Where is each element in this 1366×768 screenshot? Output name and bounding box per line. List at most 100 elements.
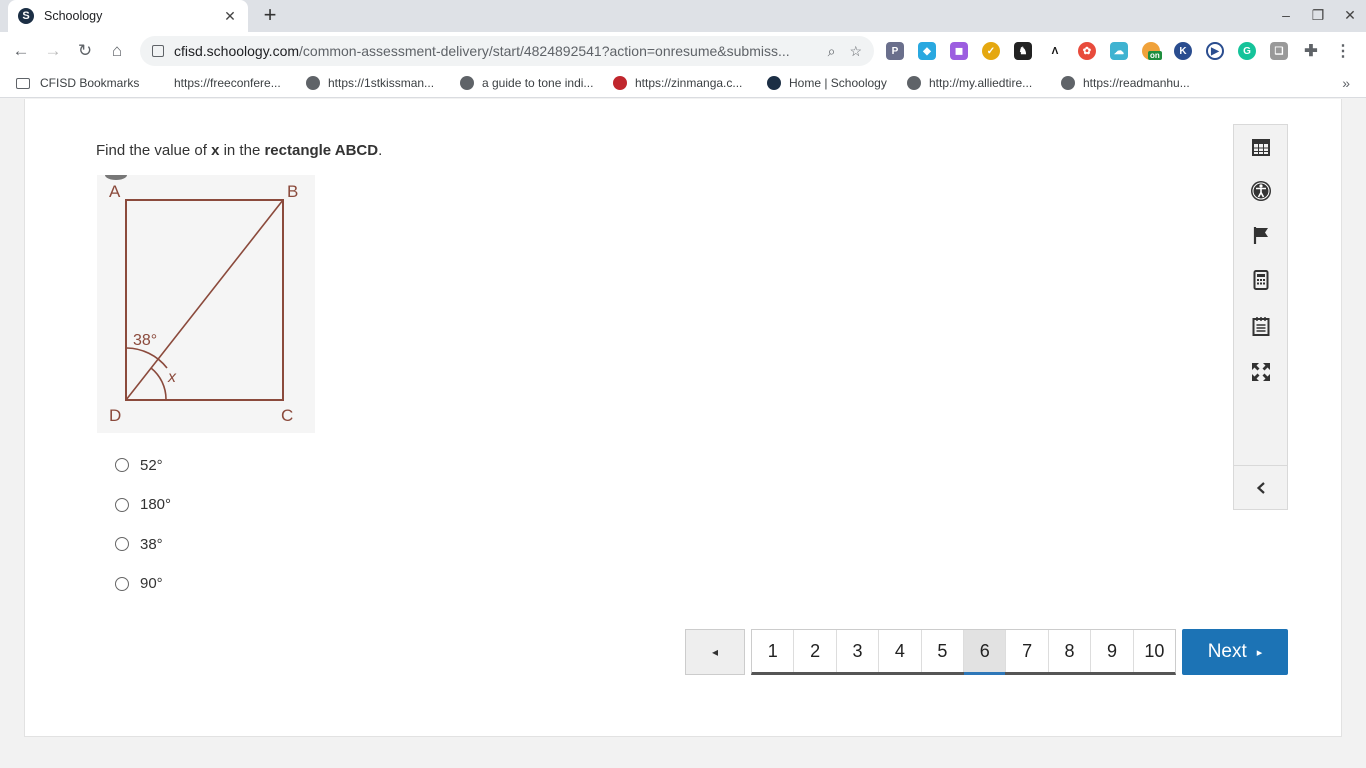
radio-button[interactable] <box>115 458 129 472</box>
minimize-icon[interactable]: – <box>1276 7 1296 23</box>
lambda-extension-icon[interactable]: Λ <box>1046 42 1064 60</box>
bookmark-label: a guide to tone indi... <box>482 76 594 90</box>
diamond-extension-icon[interactable]: ◆ <box>918 42 936 60</box>
bookmark-1stkissmanga[interactable]: https://1stkissman... <box>306 76 434 90</box>
assessment-page: Find the value of x in the rectangle ABC… <box>24 99 1342 737</box>
page-button-6-current[interactable]: 6 <box>964 630 1007 675</box>
folder-icon <box>16 77 30 89</box>
copy-extension-icon[interactable]: ❏ <box>1270 42 1288 60</box>
play-extension-icon[interactable]: ▶ <box>1206 42 1224 60</box>
accessibility-icon[interactable] <box>1248 178 1274 204</box>
cropped-marker <box>105 175 127 180</box>
tab-close-icon[interactable]: ✕ <box>222 8 238 25</box>
page-button-8[interactable]: 8 <box>1048 630 1092 672</box>
answer-choice[interactable]: 52° <box>115 455 171 475</box>
browser-menu-icon[interactable]: ⋮ <box>1334 42 1352 60</box>
restore-icon[interactable]: ❐ <box>1308 7 1328 24</box>
pdf-extension-icon[interactable]: P <box>886 42 904 60</box>
browser-tab[interactable]: S Schoology ✕ <box>8 0 248 32</box>
bookmarks-bar: CFISD Bookmarks https://freeconfere... h… <box>0 70 1366 98</box>
bookmarks-overflow-icon[interactable]: » <box>1342 75 1350 91</box>
notepad-icon[interactable] <box>1248 313 1274 339</box>
zinmanga-icon <box>613 76 627 90</box>
previous-button[interactable]: ◂ <box>685 629 745 675</box>
bookmark-label: https://1stkissman... <box>328 76 435 90</box>
bookmark-tone-indicators[interactable]: a guide to tone indi... <box>460 76 593 90</box>
cloud-extension-icon[interactable]: ☁ <box>1110 42 1128 60</box>
schoology-icon <box>767 76 781 90</box>
next-button[interactable]: Next ▸ <box>1182 629 1288 675</box>
flag-icon[interactable] <box>1248 222 1274 248</box>
new-tab-icon[interactable]: + <box>258 4 282 28</box>
calendar-icon[interactable] <box>1248 134 1274 160</box>
zoom-icon[interactable]: ⌕ <box>828 43 836 60</box>
window-close-icon[interactable]: ✕ <box>1340 7 1360 24</box>
bookmark-label: CFISD Bookmarks <box>40 76 140 90</box>
bookmark-freeconference[interactable]: https://freeconfere... <box>174 76 281 90</box>
url-path: /common-assessment-delivery/start/482489… <box>299 43 790 59</box>
forward-icon[interactable]: → <box>42 40 64 62</box>
globe-icon <box>1061 76 1075 90</box>
home-icon[interactable]: ⌂ <box>106 40 128 62</box>
bookmark-alliedtire[interactable]: http://my.alliedtire... <box>907 76 1032 90</box>
bookmark-label: https://readmanhu... <box>1083 76 1190 90</box>
extensions-puzzle-icon[interactable]: ✚ <box>1302 42 1320 60</box>
collapse-chevron-icon[interactable] <box>1248 475 1274 501</box>
page-button-4[interactable]: 4 <box>879 630 922 672</box>
purple-extension-icon[interactable]: ◼ <box>950 42 968 60</box>
bookmark-label: Home | Schoology <box>789 76 887 90</box>
color-wheel-extension-icon[interactable]: ✿ <box>1078 42 1096 60</box>
page-button-2[interactable]: 2 <box>794 630 837 672</box>
sidebar-divider <box>1234 465 1287 466</box>
back-icon[interactable]: ← <box>10 40 32 62</box>
rectangle-figure: A B C D 38° x <box>97 175 315 433</box>
compass-extension-icon[interactable]: ✓ <box>982 42 1000 60</box>
angle-label-38: 38° <box>133 332 157 349</box>
bookmark-label: https://zinmanga.c... <box>635 76 743 90</box>
question-prefix: Find the value of <box>96 142 212 159</box>
vertex-label-c: C <box>281 406 293 425</box>
angle-arc-x <box>150 367 167 401</box>
globe-icon <box>460 76 474 90</box>
radio-button[interactable] <box>115 497 129 512</box>
page-button-5[interactable]: 5 <box>921 630 965 672</box>
answer-choice[interactable]: 180° <box>115 495 171 515</box>
page-button-3[interactable]: 3 <box>836 630 880 672</box>
reload-icon[interactable]: ↻ <box>74 40 96 62</box>
radio-button[interactable] <box>115 576 129 591</box>
fullscreen-icon[interactable] <box>1248 359 1274 385</box>
bookmark-schoology-home[interactable]: Home | Schoology <box>767 76 887 90</box>
page-button-9[interactable]: 9 <box>1091 630 1134 672</box>
vertex-label-a: A <box>109 182 121 201</box>
question-middle: in the <box>219 142 265 159</box>
bookmark-zinmanga[interactable]: https://zinmanga.c... <box>613 76 742 90</box>
page-button-7[interactable]: 7 <box>1006 630 1049 672</box>
page-button-1[interactable]: 1 <box>752 630 795 672</box>
radio-button[interactable] <box>115 537 129 551</box>
incognito-extension-icon[interactable]: ♞ <box>1014 42 1032 60</box>
k-extension-icon[interactable]: K <box>1174 42 1192 60</box>
bookmark-label: http://my.alliedtire... <box>929 76 1033 90</box>
browser-toolbar: ← → ↻ ⌂ cfisd.schoology.com/common-asses… <box>0 32 1366 70</box>
choice-label: 90° <box>140 575 163 592</box>
answer-choice[interactable]: 90° <box>115 574 171 594</box>
address-bar[interactable]: cfisd.schoology.com/common-assessment-de… <box>140 36 874 66</box>
question-prompt: Find the value of x in the rectangle ABC… <box>96 142 382 159</box>
grammarly-extension-icon[interactable]: G <box>1238 42 1256 60</box>
on-badge: on <box>1148 51 1162 60</box>
calculator-icon[interactable] <box>1248 267 1274 293</box>
bookmark-readmanhua[interactable]: https://readmanhu... <box>1061 76 1190 90</box>
vertex-label-b: B <box>287 182 298 201</box>
page-button-10[interactable]: 10 <box>1133 630 1176 672</box>
on-extension-icon[interactable]: on <box>1142 42 1162 60</box>
bookmark-folder-cfisd[interactable]: CFISD Bookmarks <box>16 76 139 90</box>
url-host: cfisd.schoology.com <box>174 43 300 59</box>
bookmark-label: https://freeconfere... <box>174 76 281 90</box>
answer-choice[interactable]: 38° <box>115 534 171 554</box>
browser-tabstrip: S Schoology ✕ + – ❐ ✕ <box>0 0 1366 32</box>
site-info-icon[interactable] <box>152 45 164 57</box>
url-text: cfisd.schoology.com/common-assessment-de… <box>174 43 814 59</box>
answer-choices: 52° 180° 38° 90° <box>115 455 171 613</box>
bookmark-star-icon[interactable]: ☆ <box>849 43 862 60</box>
rectangle-diagram: A B C D 38° x <box>105 175 298 425</box>
